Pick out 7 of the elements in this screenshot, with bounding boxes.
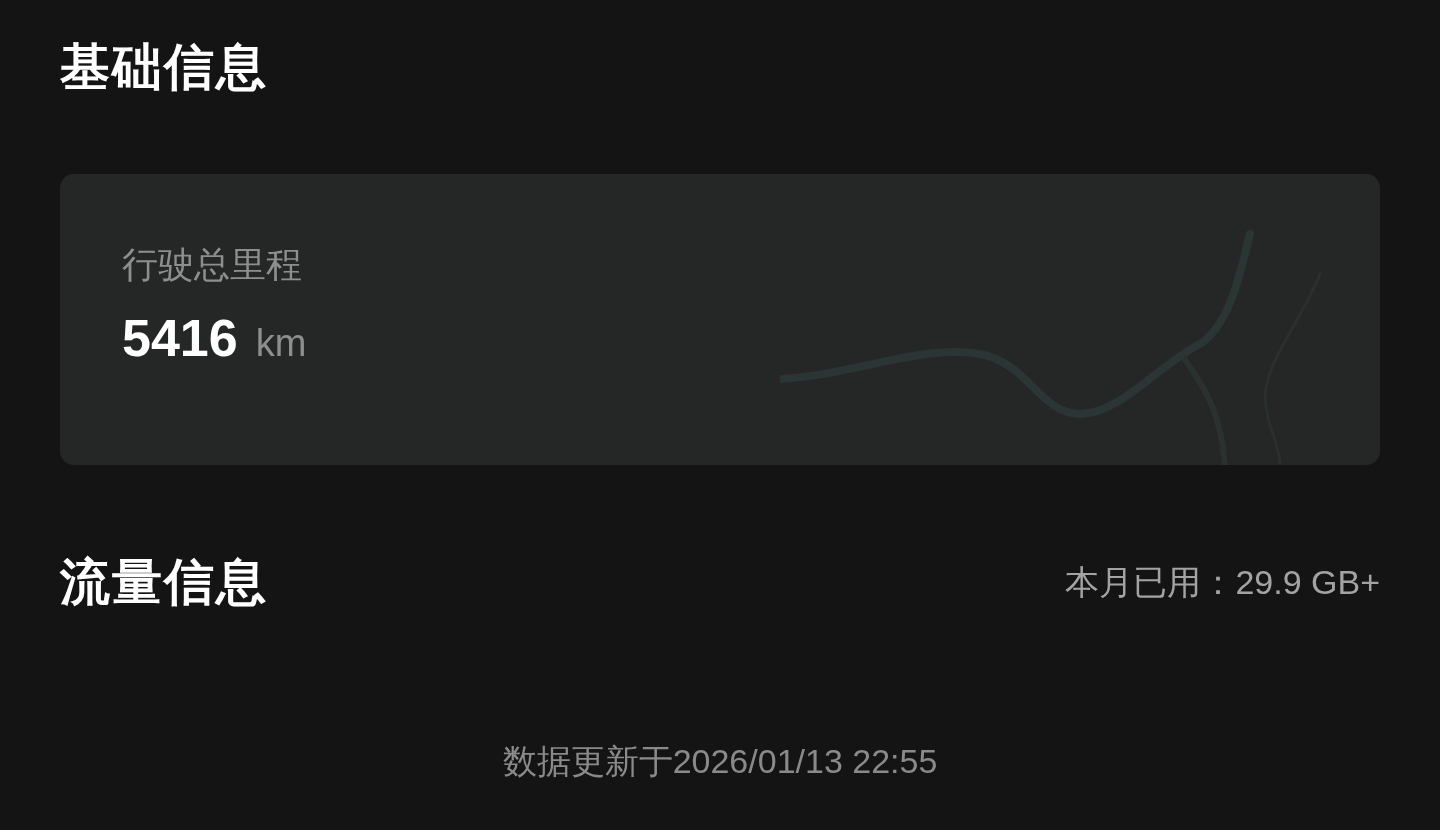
monthly-usage: 本月已用：29.9 GB+ (1065, 562, 1380, 603)
mileage-value: 5416 (122, 308, 238, 369)
mileage-unit: km (255, 321, 307, 366)
update-time: 数据更新于2026/01/13 22:55 (502, 741, 938, 782)
section-title: 流量信息 (60, 553, 268, 612)
mileage-label: 行驶总里程 (122, 243, 303, 287)
section-title: 基础信息 (60, 38, 269, 97)
